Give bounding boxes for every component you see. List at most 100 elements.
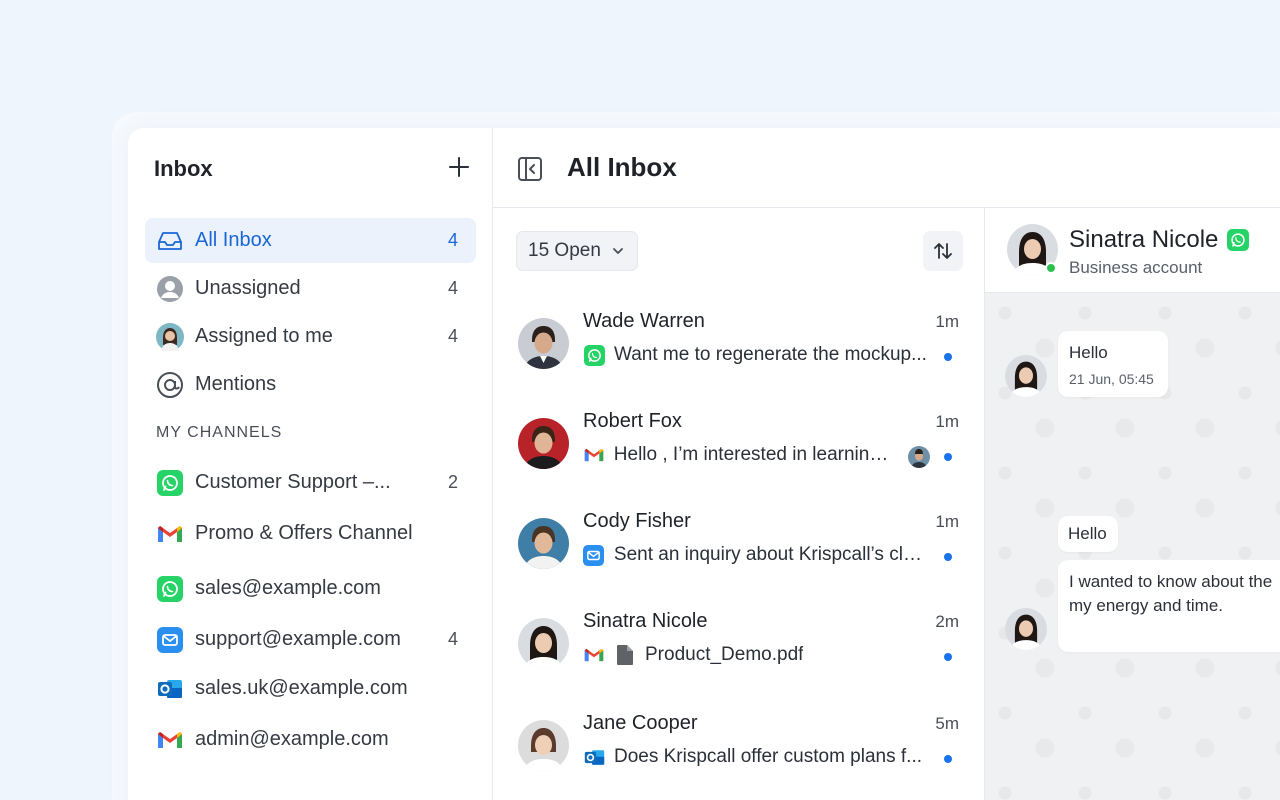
sidebar-channel-sales[interactable]: sales@example.com [145,566,476,611]
chat-header: Sinatra Nicole Business account [985,208,1280,293]
conversation-list: 15 Open Wade Warren 1m Want me to regene… [493,208,985,800]
unread-indicator [944,353,952,361]
avatar [156,322,184,351]
message-preview: Product_Demo.pdf [645,644,804,665]
sidebar-item-label: Customer Support –... [195,471,391,493]
main-header: All Inbox [493,128,1280,208]
at-sign-icon [156,371,184,399]
sidebar-item-mentions[interactable]: Mentions [145,362,476,407]
section-label-my-channels: MY CHANNELS [156,424,283,441]
sidebar-item-count: 4 [447,326,458,346]
chat-messages: Hello 21 Jun, 05:45 Hello I wanted to kn… [985,293,1280,800]
conversation-item[interactable]: Jane Cooper 5m Does Krispcall offer cust… [493,712,984,800]
avatar [518,418,569,469]
sidebar-channel-admin[interactable]: admin@example.com [145,717,476,762]
sidebar-item-unassigned[interactable]: Unassigned 4 [145,266,476,311]
sidebar-title: Inbox [154,156,213,181]
plus-icon [449,157,469,177]
message-text-line: I wanted to know about the [1069,572,1273,591]
whatsapp-icon [156,575,184,603]
unread-indicator [944,453,952,461]
sidebar-channel-support[interactable]: support@example.com 4 [145,617,476,662]
sidebar-channel-customer-support[interactable]: Customer Support –... 2 [145,460,476,505]
unread-indicator [944,755,952,763]
app-window: Inbox All Inbox 4 Unassigned 4 Assigned … [128,128,1280,800]
sidebar-channel-sales-uk[interactable]: sales.uk@example.com [145,666,476,711]
preview-row: Sent an inquiry about Krispcall’s clo... [583,544,928,566]
sidebar-item-label: All Inbox [195,229,272,251]
sort-arrows-icon [934,243,952,259]
contact-name: Sinatra Nicole [583,610,708,632]
mail-icon [583,544,605,566]
collapse-sidebar-button[interactable] [517,156,543,182]
message-bubble: Hello [1058,516,1118,552]
contact-name: Cody Fisher [583,510,691,532]
sidebar: Inbox All Inbox 4 Unassigned 4 Assigned … [128,128,493,800]
unread-indicator [944,653,952,661]
message-timestamp: 21 Jun, 05:45 [1069,371,1154,387]
gmail-icon [583,644,605,666]
conversation-item[interactable]: Wade Warren 1m Want me to regenerate the… [493,310,984,410]
message-bubble: I wanted to know about the my energy and… [1058,560,1280,652]
gmail-icon [583,444,605,466]
sidebar-item-count: 4 [447,278,458,298]
inbox-icon [156,227,184,255]
contact-name: Jane Cooper [583,712,698,734]
sidebar-item-label: support@example.com [195,628,401,650]
message-time: 1m [935,312,959,331]
sidebar-item-label: sales@example.com [195,577,381,599]
message-preview: Does Krispcall offer custom plans f... [614,746,922,767]
preview-row: Hello , I’m interested in learning... [583,444,893,466]
contact-name: Robert Fox [583,410,682,432]
message-text-line: my energy and time. [1069,596,1224,615]
user-placeholder-icon [156,275,184,303]
sidebar-collapse-icon [518,157,542,181]
chat-contact-subtitle: Business account [1069,258,1203,277]
whatsapp-icon [583,344,605,366]
preview-row: Want me to regenerate the mockup... [583,344,928,366]
outlook-icon [156,675,184,703]
sidebar-item-label: sales.uk@example.com [195,677,408,699]
conversation-item[interactable]: Robert Fox 1m Hello , I’m interested in … [493,410,984,510]
message-time: 1m [935,512,959,531]
sidebar-item-label: Mentions [195,373,277,395]
preview-row: Does Krispcall offer custom plans f... [583,746,928,768]
status-filter-dropdown[interactable]: 15 Open [516,231,638,271]
preview-row: Product_Demo.pdf [583,644,928,666]
chat-contact-name: Sinatra Nicole [1069,226,1219,253]
sidebar-item-all-inbox[interactable]: All Inbox 4 [145,218,476,263]
sidebar-item-label: Assigned to me [195,325,333,347]
sidebar-item-count: 2 [447,472,458,492]
sidebar-item-label: Promo & Offers Channel [195,522,413,544]
message-preview: Hello , I’m interested in learning... [613,444,893,465]
message-text: Hello [1069,343,1108,362]
gmail-icon [156,726,184,754]
whatsapp-icon [156,469,184,497]
conversation-item[interactable]: Sinatra Nicole 2m Product_Demo.pdf [493,610,984,710]
sidebar-channel-promo-offers[interactable]: Promo & Offers Channel [145,511,476,556]
chevron-down-icon [611,244,625,258]
message-time: 5m [935,714,959,733]
gmail-icon [156,520,184,548]
add-inbox-button[interactable] [446,154,472,180]
mail-icon [156,626,184,654]
sort-button[interactable] [923,231,963,271]
contact-avatar[interactable] [1007,224,1058,275]
whatsapp-icon [1227,229,1249,251]
message-time: 2m [935,612,959,631]
assignee-avatar [908,446,930,468]
message-avatar [1005,355,1047,397]
contact-name: Wade Warren [583,310,705,332]
message-text: Hello [1068,524,1107,543]
avatar [518,618,569,669]
sidebar-item-count: 4 [447,230,458,250]
sidebar-item-assigned-to-me[interactable]: Assigned to me 4 [145,314,476,359]
online-status-indicator [1045,262,1057,274]
conversation-item[interactable]: Cody Fisher 1m Sent an inquiry about Kri… [493,510,984,610]
unread-indicator [944,553,952,561]
sidebar-item-label: admin@example.com [195,728,389,750]
sidebar-item-count: 4 [447,629,458,649]
message-time: 1m [935,412,959,431]
sidebar-item-label: Unassigned [195,277,301,299]
message-preview: Sent an inquiry about Krispcall’s clo... [613,544,928,565]
